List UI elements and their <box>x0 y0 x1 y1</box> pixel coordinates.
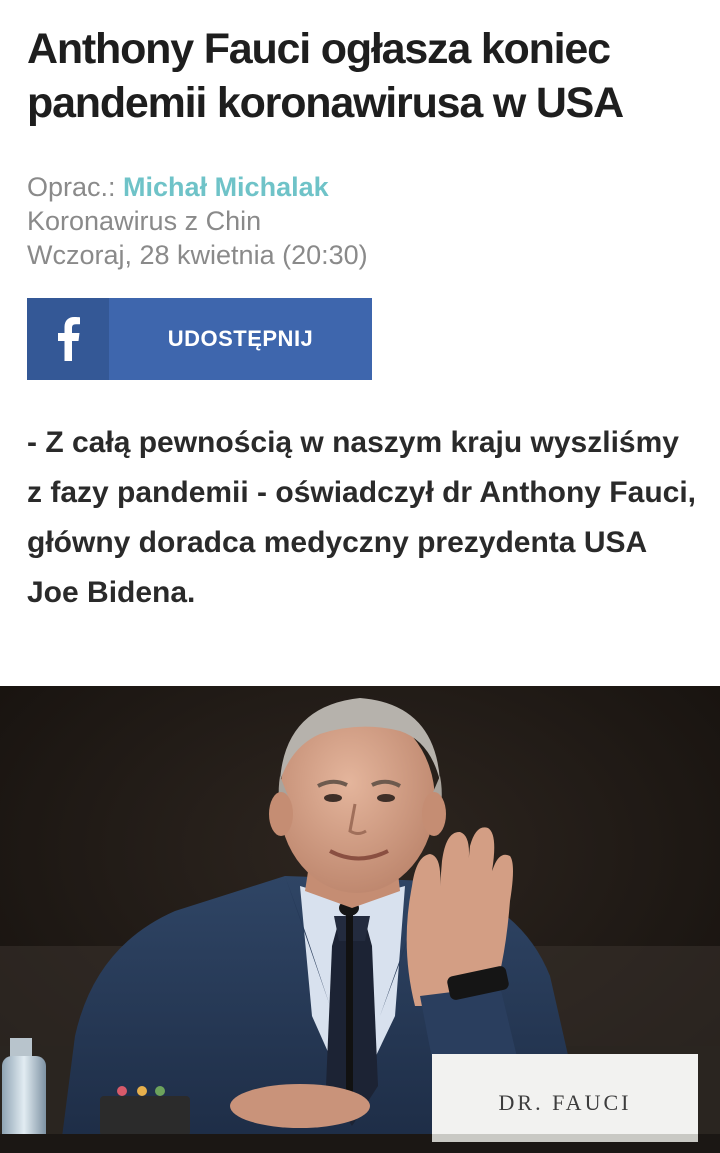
article-photo[interactable]: DR. FAUCI <box>0 686 720 1153</box>
facebook-share-button[interactable]: UDOSTĘPNIJ <box>27 298 372 380</box>
article-category[interactable]: Koronawirus z Chin <box>27 204 627 238</box>
article-meta: Oprac.: Michał Michalak Koronawirus z Ch… <box>27 170 627 272</box>
article-headline: Anthony Fauci ogłasza koniec pandemii ko… <box>27 25 624 127</box>
nameplate-text: DR. FAUCI <box>499 1090 632 1115</box>
author-link[interactable]: Michał Michalak <box>123 172 329 202</box>
byline-prefix: Oprac.: <box>27 172 116 202</box>
article-lead: - Z całą pewnością w naszym kraju wyszli… <box>27 426 696 609</box>
article-date: Wczoraj, 28 kwietnia (20:30) <box>27 240 368 270</box>
share-label: UDOSTĘPNIJ <box>167 326 314 351</box>
facebook-icon <box>27 298 109 380</box>
byline: Oprac.: Michał Michalak <box>27 170 627 204</box>
